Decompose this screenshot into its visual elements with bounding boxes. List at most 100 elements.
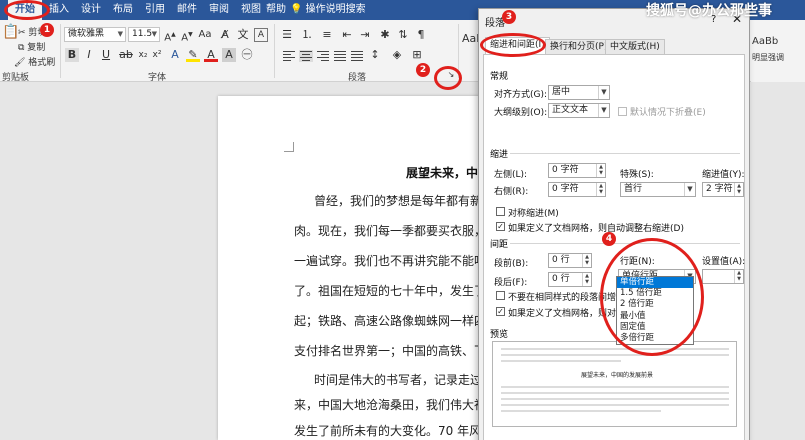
subscript-icon[interactable]: x₂ <box>136 48 150 62</box>
snap-to-grid-checkbox[interactable]: ✓ <box>496 307 505 316</box>
font-name-combo[interactable]: 微软雅黑 ▼ <box>64 27 126 42</box>
style-gallery-item[interactable]: AaBb <box>752 36 778 47</box>
font-color-icon[interactable]: A <box>204 48 218 62</box>
tab-line-page-breaks[interactable]: 换行和分页(P) <box>545 39 613 55</box>
indent-left-input[interactable]: 0 字符 ▲ ▼ <box>548 163 606 178</box>
superscript-icon[interactable]: x² <box>150 48 164 62</box>
decrease-indent-icon[interactable]: ⇤ <box>340 28 354 42</box>
space-after-label: 段后(F): <box>494 278 528 288</box>
paste-icon[interactable]: 📋 <box>2 24 19 40</box>
indent-right-input[interactable]: 0 字符 ▲ ▼ <box>548 182 606 197</box>
chevron-down-icon: ▼ <box>598 86 609 99</box>
mirror-indents-label: 对称缩进(M) <box>508 209 559 219</box>
spacing-heading: 间距 <box>490 240 509 250</box>
numbering-icon[interactable]: ⒈ <box>300 28 314 42</box>
crop-mark <box>284 142 294 152</box>
multilevel-list-icon[interactable]: ≡ <box>320 28 334 42</box>
collapsed-checkbox[interactable] <box>618 107 627 116</box>
indent-by-input[interactable]: 2 字符 ▲ ▼ <box>702 182 744 197</box>
no-space-same-style-checkbox[interactable] <box>496 291 505 300</box>
sort-icon[interactable]: ⇅ <box>396 28 410 42</box>
justify-icon[interactable] <box>333 50 347 62</box>
spinner-icon[interactable]: ▲ ▼ <box>582 254 591 267</box>
tab-help[interactable]: 帮助 <box>262 0 290 20</box>
line-spacing-icon[interactable]: ↕ <box>368 48 382 62</box>
collapsed-label: 默认情况下折叠(E) <box>630 108 706 118</box>
mirror-indents-checkbox[interactable] <box>496 207 505 216</box>
char-border-icon[interactable]: A <box>254 28 268 42</box>
copy-button[interactable]: ⧉ 复制 <box>18 40 45 53</box>
format-painter-button[interactable]: 🖌 格式刷 <box>14 55 55 68</box>
show-marks-icon[interactable]: ¶ <box>414 28 428 42</box>
alignment-select[interactable]: 居中 ▼ <box>548 85 610 100</box>
copy-label: 复制 <box>27 43 46 53</box>
spinner-icon[interactable]: ▲ ▼ <box>734 270 743 283</box>
special-indent-select[interactable]: 首行 ▼ <box>620 182 696 197</box>
tab-references[interactable]: 引用 <box>140 0 170 20</box>
font-size-value: 11.5 <box>132 29 153 39</box>
distribute-icon[interactable] <box>350 50 364 62</box>
preview-line <box>501 404 729 406</box>
preview-line <box>501 360 621 362</box>
general-heading: 常规 <box>490 72 509 82</box>
indent-left-value: 0 字符 <box>552 165 579 175</box>
document-page[interactable]: 展望未来，中国 曾经，我们的梦想是每年都有新衣服 肉。现在，我们每一季都要买衣服… <box>218 96 518 440</box>
align-center-icon[interactable] <box>299 50 313 62</box>
enclose-char-icon[interactable]: ㊀ <box>240 48 254 62</box>
clear-format-icon[interactable]: A̸ <box>218 28 232 42</box>
shading-icon[interactable]: ◈ <box>390 48 404 62</box>
shrink-font-icon[interactable]: A▼ <box>180 28 194 43</box>
annotation-ring <box>434 66 462 90</box>
bold-icon[interactable]: B <box>65 48 79 62</box>
outline-level-value: 正文文本 <box>552 105 589 115</box>
text-effects-icon[interactable]: A <box>168 48 182 62</box>
tell-me-search[interactable]: 💡 操作说明搜索 <box>290 0 366 20</box>
alignment-value: 居中 <box>552 87 571 97</box>
tab-mailings[interactable]: 邮件 <box>172 0 202 20</box>
spinner-icon[interactable]: ▲ ▼ <box>596 183 605 196</box>
spacing-at-input[interactable]: ▲ ▼ <box>702 269 744 284</box>
borders-icon[interactable]: ⊞ <box>410 48 424 62</box>
char-shading-icon[interactable]: A <box>222 48 236 62</box>
style-emphasis-label[interactable]: 明显强调 <box>752 52 784 63</box>
increase-indent-icon[interactable]: ⇥ <box>358 28 372 42</box>
section-divider <box>510 243 740 244</box>
change-case-icon[interactable]: Aa <box>198 28 212 42</box>
font-size-combo[interactable]: 11.5 ▼ <box>128 27 160 42</box>
preview-sample-text: 展望未来，中国的发展前景 <box>581 372 654 379</box>
spinner-icon[interactable]: ▲ ▼ <box>582 273 591 286</box>
annotation-ring <box>600 238 704 356</box>
chinese-layout-icon[interactable]: ✱ <box>378 28 392 42</box>
space-after-input[interactable]: 0 行 ▲ ▼ <box>548 272 592 287</box>
space-before-input[interactable]: 0 行 ▲ ▼ <box>548 253 592 268</box>
watermark: 搜狐号@办公那些事 <box>646 3 772 19</box>
tab-asian-typography[interactable]: 中文版式(H) <box>605 39 665 55</box>
align-left-icon[interactable] <box>282 50 296 62</box>
outline-level-select[interactable]: 正文文本 ▼ <box>548 103 610 118</box>
italic-icon[interactable]: I <box>82 48 96 62</box>
phonetic-guide-icon[interactable]: 文 <box>236 28 250 42</box>
preview-line <box>501 386 729 388</box>
strikethrough-icon[interactable]: ab <box>119 48 133 62</box>
indentation-heading: 缩进 <box>490 150 509 160</box>
tab-design[interactable]: 设计 <box>76 0 106 20</box>
annotation-ring <box>4 0 50 20</box>
tab-layout[interactable]: 布局 <box>108 0 138 20</box>
bullets-icon[interactable]: ☰ <box>280 28 294 42</box>
annotation-badge: 3 <box>502 10 516 24</box>
preview-heading: 预览 <box>490 330 509 340</box>
space-before-value: 0 行 <box>552 255 570 265</box>
tab-review[interactable]: 审阅 <box>204 0 234 20</box>
spinner-icon[interactable]: ▲ ▼ <box>734 183 743 196</box>
highlight-icon[interactable]: ✎ <box>186 48 200 62</box>
align-right-icon[interactable] <box>316 50 330 62</box>
spinner-icon[interactable]: ▲ ▼ <box>596 164 605 177</box>
indent-right-label: 右侧(R): <box>494 187 529 197</box>
preview-line <box>501 392 729 394</box>
indent-by-label: 缩进值(Y): <box>702 170 745 180</box>
grow-font-icon[interactable]: A▲ <box>163 28 177 43</box>
indent-right-value: 0 字符 <box>552 184 579 194</box>
font-name-value: 微软雅黑 <box>68 29 105 39</box>
underline-icon[interactable]: U <box>99 48 113 62</box>
auto-adjust-indent-checkbox[interactable]: ✓ <box>496 222 505 231</box>
